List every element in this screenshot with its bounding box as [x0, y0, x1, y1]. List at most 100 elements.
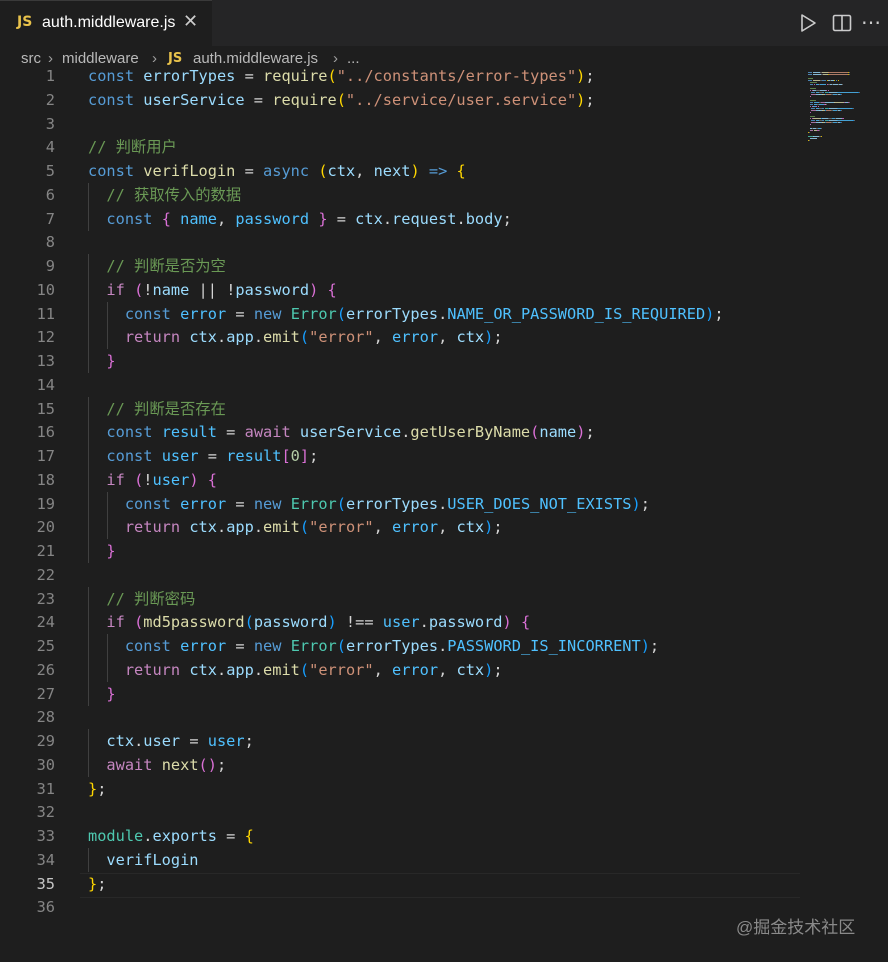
- minimap-token: [848, 72, 850, 73]
- code-line[interactable]: 12 return ctx.app.emit("error", error, c…: [0, 325, 800, 350]
- code-token: ): [484, 328, 494, 347]
- code-line[interactable]: 33 module.exports = {: [0, 824, 800, 848]
- minimap-token: [818, 130, 820, 131]
- code-line[interactable]: 13 }: [0, 349, 800, 373]
- code-token: error: [392, 518, 439, 537]
- code-line[interactable]: 29 ctx.user = user;: [0, 729, 800, 753]
- line-code: };: [88, 872, 106, 896]
- more-actions-icon[interactable]: ⋯: [861, 10, 882, 35]
- code-token: .: [216, 328, 227, 347]
- code-line[interactable]: 8: [0, 230, 800, 254]
- code-token: USER_DOES_NOT_EXISTS: [447, 494, 632, 513]
- code-token: =: [216, 423, 245, 442]
- code-token: user: [143, 732, 181, 750]
- code-line[interactable]: 18 if (!user) {: [0, 467, 800, 492]
- code-line[interactable]: 36: [0, 895, 800, 919]
- code-token: ]: [299, 447, 310, 465]
- code-line[interactable]: 16 const result = await userService.getU…: [0, 420, 800, 445]
- code-token: if: [106, 470, 125, 489]
- minimap-token: [853, 108, 854, 109]
- code-token: ;: [714, 304, 724, 323]
- code-token: ctx: [189, 660, 217, 679]
- code-line[interactable]: 19 const error = new Error(errorTypes.US…: [0, 491, 800, 516]
- code-line[interactable]: 3: [0, 112, 800, 136]
- code-line[interactable]: 21 }: [0, 539, 800, 563]
- code-token: ;: [502, 209, 512, 228]
- code-token: user: [207, 732, 245, 750]
- code-line[interactable]: 6 // 获取传入的数据: [0, 182, 800, 207]
- line-code: const user = result[0];: [88, 444, 318, 468]
- run-icon[interactable]: [797, 12, 819, 34]
- code-token: ctx: [355, 209, 383, 228]
- code-token: 0: [290, 447, 300, 465]
- code-token: "error": [309, 518, 374, 537]
- code-line[interactable]: 23 // 判断密码: [0, 586, 800, 611]
- code-line[interactable]: 7 const { name, password } = ctx.request…: [0, 206, 800, 231]
- code-token: }: [318, 209, 328, 228]
- code-line[interactable]: 4 // 判断用户: [0, 135, 800, 159]
- code-line[interactable]: 26 return ctx.app.emit("error", error, c…: [0, 657, 800, 682]
- code-token: "error": [309, 328, 374, 347]
- line-number: 6: [45, 185, 55, 204]
- code-token: !: [143, 280, 153, 299]
- line-number: 13: [36, 352, 55, 370]
- code-token: return: [124, 660, 181, 679]
- code-line[interactable]: 15 // 判断是否存在: [0, 396, 800, 421]
- code-line[interactable]: 34 verifLogin: [0, 847, 800, 872]
- code-token: =: [226, 637, 254, 655]
- code-line[interactable]: 5 const verifLogin = async (ctx, next) =>…: [0, 159, 800, 183]
- code-token: }: [106, 352, 116, 370]
- code-token: =: [226, 304, 254, 323]
- code-token: ): [705, 304, 715, 323]
- code-line[interactable]: 2 const userService = require("../service…: [0, 88, 800, 112]
- code-line[interactable]: 17 const user = result[0];: [0, 444, 800, 468]
- code-line[interactable]: 32: [0, 800, 800, 824]
- code-token: ctx: [189, 328, 217, 347]
- code-token: await: [244, 423, 291, 442]
- code-line[interactable]: 14: [0, 373, 800, 397]
- code-line[interactable]: 9 // 判断是否为空: [0, 254, 800, 278]
- code-line[interactable]: 27 }: [0, 681, 800, 706]
- code-token: error: [180, 304, 227, 323]
- code-line[interactable]: 31};: [0, 777, 800, 801]
- minimap[interactable]: [808, 72, 884, 148]
- code-line[interactable]: 1 const errorTypes = require("../constant…: [0, 64, 800, 88]
- code-line[interactable]: 11 const error = new Error(errorTypes.NA…: [0, 301, 800, 326]
- code-token: ): [502, 613, 512, 632]
- code-token: userService: [143, 90, 245, 109]
- code-token: ,: [355, 162, 374, 180]
- code-line[interactable]: 28: [0, 705, 800, 729]
- editor-tab[interactable]: JS auth.middleware.js ✕: [0, 0, 212, 46]
- code-line[interactable]: 24 if (md5password(password) !== user.pa…: [0, 610, 800, 635]
- code-token: (: [134, 280, 144, 299]
- minimap-token: [826, 104, 827, 105]
- code-line[interactable]: 35};: [0, 872, 800, 896]
- minimap-token: [809, 88, 817, 89]
- code-token: ): [410, 162, 420, 180]
- code-line[interactable]: 25 const error = new Error(errorTypes.PA…: [0, 634, 800, 658]
- code-line[interactable]: 22: [0, 563, 800, 587]
- code-token: "error": [309, 660, 374, 679]
- line-number: 12: [36, 328, 55, 347]
- code-token: emit: [263, 660, 300, 679]
- line-number: 36: [36, 898, 55, 917]
- minimap-token: [817, 106, 819, 107]
- code-token: ctx: [456, 518, 485, 537]
- line-code: const error = new Error(errorTypes.PASSW…: [88, 634, 659, 658]
- minimap-token: [841, 94, 842, 95]
- code-line[interactable]: 20 return ctx.app.emit("error", error, c…: [0, 515, 800, 540]
- code-line[interactable]: 30 await next();: [0, 752, 800, 777]
- code-token: ctx: [327, 162, 356, 180]
- code-token: password: [235, 280, 310, 299]
- code-token: ;: [216, 755, 227, 774]
- line-code: ctx.user = user;: [88, 729, 253, 753]
- minimap-token: [811, 110, 816, 111]
- close-icon[interactable]: ✕: [183, 11, 198, 32]
- minimap-token: [841, 122, 842, 123]
- split-editor-icon[interactable]: [831, 12, 853, 34]
- code-line[interactable]: 10 if (!name || !password) {: [0, 277, 800, 302]
- code-editor[interactable]: 1 const errorTypes = require("../constant…: [0, 64, 800, 962]
